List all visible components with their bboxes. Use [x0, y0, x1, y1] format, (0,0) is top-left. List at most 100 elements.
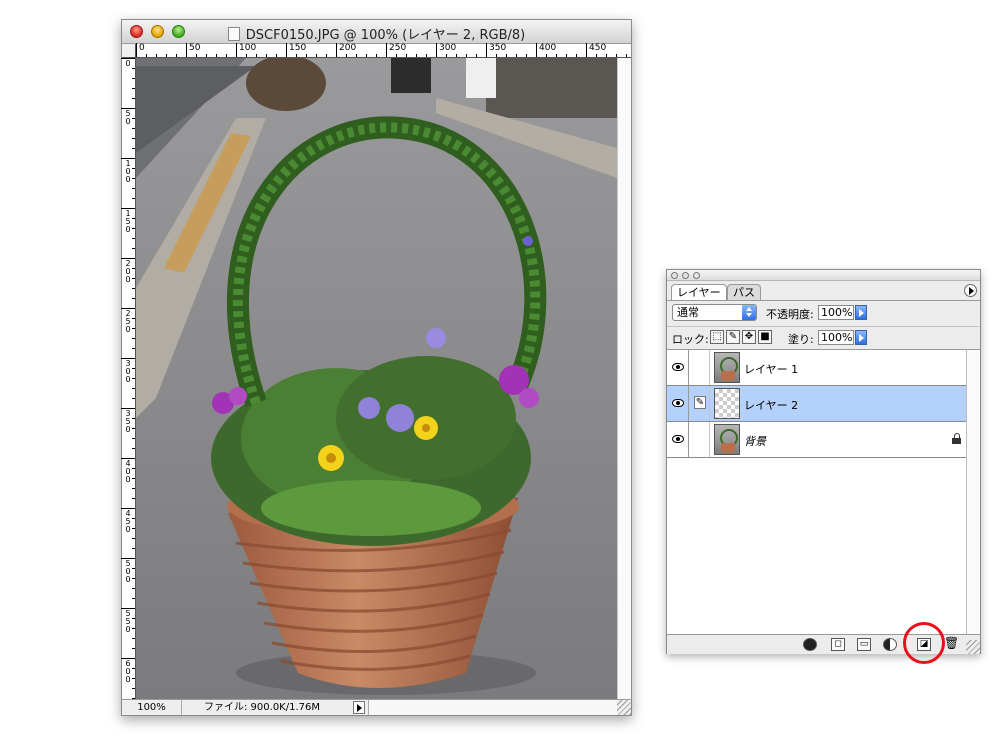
ruler-tick: [132, 548, 135, 549]
adjustment-layer-icon[interactable]: [883, 638, 897, 651]
ruler-tick: [132, 328, 135, 329]
opacity-label: 不透明度:: [766, 308, 814, 321]
palette-minimize-button[interactable]: [682, 272, 689, 279]
image-canvas[interactable]: [136, 58, 617, 699]
zoom-level-field[interactable]: 100%: [122, 700, 182, 715]
ruler-tick: [606, 54, 607, 57]
ruler-tick: [346, 54, 347, 57]
ruler-label: 2 0 0: [125, 259, 131, 284]
ruler-tick: [446, 54, 447, 57]
resize-grip-icon[interactable]: [617, 700, 631, 715]
visibility-toggle[interactable]: [667, 386, 689, 421]
ruler-tick: [526, 54, 527, 57]
layer-row-2[interactable]: ✎ レイヤー 2: [667, 386, 966, 422]
ruler-tick: [216, 54, 217, 57]
layer-style-icon[interactable]: [803, 638, 817, 651]
ruler-tick: [132, 568, 135, 569]
layer-mask-icon[interactable]: ◻: [831, 638, 845, 651]
opacity-slider-button[interactable]: [855, 305, 867, 320]
ruler-tick: [132, 618, 135, 619]
eye-icon: [672, 363, 684, 371]
ruler-label: 2 5 0: [125, 309, 131, 334]
tab-layers[interactable]: レイヤー: [671, 284, 727, 300]
vertical-scrollbar[interactable]: [617, 58, 631, 699]
ruler-tick: [486, 43, 487, 57]
ruler-tick: [132, 418, 135, 419]
ruler-tick: [132, 338, 135, 339]
ruler-tick: [132, 478, 135, 479]
palette-close-button[interactable]: [671, 272, 678, 279]
visibility-toggle[interactable]: [667, 350, 689, 385]
layer-row-background[interactable]: 背景: [667, 422, 966, 458]
ruler-tick: [132, 268, 135, 269]
ruler-tick: [132, 88, 135, 89]
fill-slider-button[interactable]: [855, 330, 867, 345]
ruler-tick: [246, 54, 247, 57]
vertical-ruler[interactable]: 0 5 0 1 0 0 1 5 0 2 0 0 2 5 0 3 0 0 3 5 …: [121, 58, 136, 699]
ruler-tick: [121, 658, 135, 659]
photo-flower-basket: [136, 58, 617, 699]
eye-icon: [672, 435, 684, 443]
palette-menu-icon[interactable]: [964, 284, 977, 297]
ruler-tick: [396, 54, 397, 57]
ruler-tick: [132, 228, 135, 229]
ruler-tick: [132, 318, 135, 319]
file-size-info: ファイル: 900.0K/1.76M: [204, 702, 320, 713]
layer-list-scrollbar[interactable]: [966, 349, 980, 634]
ruler-label: 100: [239, 43, 257, 53]
ruler-tick: [132, 528, 135, 529]
ruler-tick: [236, 43, 237, 57]
ruler-tick: [616, 54, 617, 57]
ruler-label: 5 0: [125, 109, 131, 126]
horizontal-ruler[interactable]: 0 50 100 150 200 250 300 350 400 450: [136, 43, 631, 58]
fill-field[interactable]: 100%: [818, 330, 854, 345]
ruler-tick: [376, 54, 377, 57]
lock-paint-icon[interactable]: ✎: [726, 330, 740, 344]
visibility-toggle[interactable]: [667, 422, 689, 457]
new-set-icon[interactable]: ▭: [857, 638, 871, 651]
palette-titlebar[interactable]: [667, 270, 980, 281]
ruler-tick: [556, 54, 557, 57]
ruler-tick: [132, 128, 135, 129]
document-titlebar[interactable]: DSCF0150.JPG @ 100% (レイヤー 2, RGB/8): [122, 20, 631, 44]
select-stepper-icon: [742, 305, 756, 320]
ruler-tick: [132, 678, 135, 679]
ruler-tick: [456, 54, 457, 57]
layer-row-1[interactable]: レイヤー 1: [667, 350, 966, 386]
ruler-label: 6 0 0: [125, 659, 131, 684]
palette-resize-grip-icon[interactable]: [966, 640, 980, 654]
ruler-tick: [132, 348, 135, 349]
lock-all-icon[interactable]: ■: [758, 330, 772, 344]
opacity-field[interactable]: 100%: [818, 305, 854, 320]
brush-icon: ✎: [694, 396, 706, 409]
ruler-tick: [132, 218, 135, 219]
ruler-tick: [226, 54, 227, 57]
ruler-tick: [132, 188, 135, 189]
ruler-label: 200: [339, 43, 357, 53]
ruler-tick: [206, 54, 207, 57]
status-menu-arrow-icon[interactable]: [353, 701, 365, 714]
tabs-divider: [667, 300, 980, 301]
lock-fill-row: ロック: ⬚ ✎ ✥ ■ 塗り: 100%: [667, 326, 980, 348]
document-window: DSCF0150.JPG @ 100% (レイヤー 2, RGB/8) 0 50…: [121, 19, 632, 716]
ruler-tick: [256, 54, 257, 57]
ruler-tick: [276, 54, 277, 57]
ruler-tick: [132, 168, 135, 169]
lock-move-icon[interactable]: ✥: [742, 330, 756, 344]
tab-paths[interactable]: パス: [727, 284, 761, 300]
ruler-origin[interactable]: [122, 44, 136, 58]
ruler-tick: [132, 538, 135, 539]
ruler-tick: [121, 208, 135, 209]
horizontal-scrollbar[interactable]: [368, 700, 617, 715]
link-toggle[interactable]: [690, 422, 710, 457]
ruler-tick: [121, 508, 135, 509]
blend-mode-select[interactable]: 通常: [672, 304, 757, 321]
lock-transparency-icon[interactable]: ⬚: [710, 330, 724, 344]
ruler-tick: [506, 54, 507, 57]
ruler-tick: [132, 78, 135, 79]
palette-zoom-button[interactable]: [693, 272, 700, 279]
ruler-tick: [132, 368, 135, 369]
link-toggle[interactable]: [690, 350, 710, 385]
link-toggle[interactable]: ✎: [690, 386, 710, 421]
trash-icon[interactable]: 🗑: [944, 637, 959, 651]
